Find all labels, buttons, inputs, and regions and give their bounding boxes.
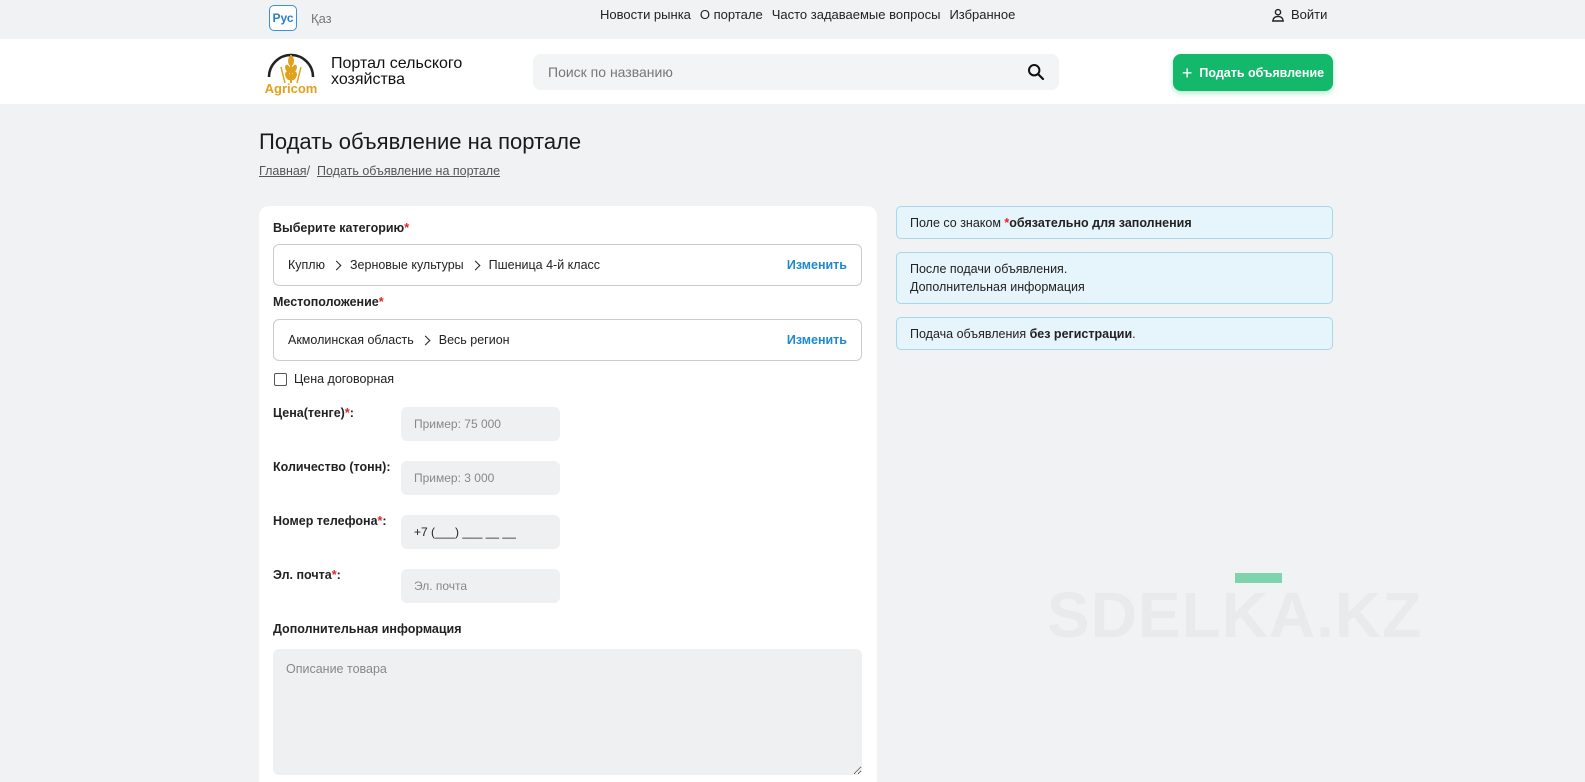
phone-input[interactable]: [401, 515, 560, 549]
search-icon[interactable]: [1027, 63, 1045, 81]
search-input[interactable]: [533, 54, 1013, 90]
category-path-1: Куплю: [288, 258, 325, 272]
location-label: Местоположение*: [273, 295, 384, 309]
brand-line-2: хозяйства: [331, 71, 406, 88]
extra-info-label: Дополнительная информация: [273, 622, 462, 636]
breadcrumb: Главная/ Подать объявление на портале: [259, 164, 500, 178]
info-after-submit-line-1: После подачи объявления.: [910, 262, 1068, 276]
negotiable-price-label: Цена договорная: [294, 372, 395, 386]
quantity-input[interactable]: [401, 461, 560, 495]
email-input[interactable]: [401, 569, 560, 603]
lang-ru-button[interactable]: Рус: [269, 5, 297, 31]
category-path-3: Пшеница 4-й класс: [488, 258, 601, 272]
post-ad-label: Подать объявление: [1199, 65, 1325, 80]
price-label: Цена(тенге)*:: [273, 406, 354, 420]
email-label: Эл. почта*:: [273, 568, 341, 582]
chevron-right-icon: [420, 335, 431, 345]
lang-kz-button[interactable]: Қаз: [311, 11, 332, 26]
category-path-2: Зерновые культуры: [349, 258, 464, 272]
site-header: Agricom Портал сельского хозяйства + Под…: [0, 39, 1585, 104]
category-select[interactable]: Куплю Зерновые культуры Пшеница 4-й клас…: [273, 244, 862, 286]
breadcrumb-current[interactable]: Подать объявление на портале: [317, 164, 500, 178]
change-location-button[interactable]: Изменить: [787, 333, 847, 347]
post-ad-button[interactable]: + Подать объявление: [1173, 54, 1333, 91]
search-box: [533, 54, 1059, 90]
info-required-fields: Поле со знаком *обязательно для заполнен…: [896, 206, 1333, 239]
breadcrumb-home[interactable]: Главная: [259, 164, 307, 178]
description-textarea[interactable]: [273, 649, 862, 775]
chevron-right-icon: [470, 260, 481, 270]
chevron-right-icon: [331, 260, 342, 270]
negotiable-price-checkbox[interactable]: [274, 372, 287, 386]
logo-text: Agricom: [265, 81, 318, 96]
agricom-logo[interactable]: Agricom: [259, 47, 323, 97]
login-button[interactable]: Войти: [1271, 7, 1327, 22]
category-label: Выберите категорию*: [273, 221, 410, 235]
nav-about[interactable]: О портале: [700, 7, 763, 22]
page-title: Подать объявление на портале: [259, 129, 582, 154]
user-icon: [1272, 8, 1284, 22]
info-after-submit: После подачи объявления. Дополнительная …: [896, 252, 1333, 304]
phone-label: Номер телефона*:: [273, 514, 387, 528]
watermark: SDELKA.KZ: [1047, 579, 1423, 651]
top-bar: Рус Қаз Новости рынка О портале Часто за…: [0, 0, 1585, 39]
nav-faq[interactable]: Часто задаваемые вопросы: [772, 7, 941, 22]
negotiable-price-row: Цена договорная: [274, 372, 394, 386]
breadcrumb-separator: /: [306, 164, 311, 178]
price-input[interactable]: [401, 407, 560, 441]
location-select[interactable]: Акмолинская область Весь регион Изменить: [273, 319, 862, 361]
info-after-submit-line-2: Дополнительная информация: [910, 280, 1085, 294]
location-path-2: Весь регион: [438, 333, 510, 347]
quantity-label: Количество (тонн):: [273, 460, 391, 474]
info-no-registration: Подача объявления без регистрации.: [896, 317, 1333, 350]
ad-form-card: Выберите категорию* Куплю Зерновые культ…: [259, 206, 877, 782]
change-category-button[interactable]: Изменить: [787, 258, 847, 272]
plus-icon: +: [1181, 62, 1193, 83]
nav-market-news[interactable]: Новости рынка: [600, 7, 691, 22]
location-path-1: Акмолинская область: [288, 333, 414, 347]
nav-favorites[interactable]: Избранное: [949, 7, 1015, 22]
login-label: Войти: [1291, 7, 1328, 22]
brand-line-1: Портал сельского: [331, 55, 463, 72]
top-nav: Новости рынка О портале Часто задаваемые…: [600, 7, 1015, 22]
brand-name[interactable]: Портал сельского хозяйства: [331, 56, 462, 88]
